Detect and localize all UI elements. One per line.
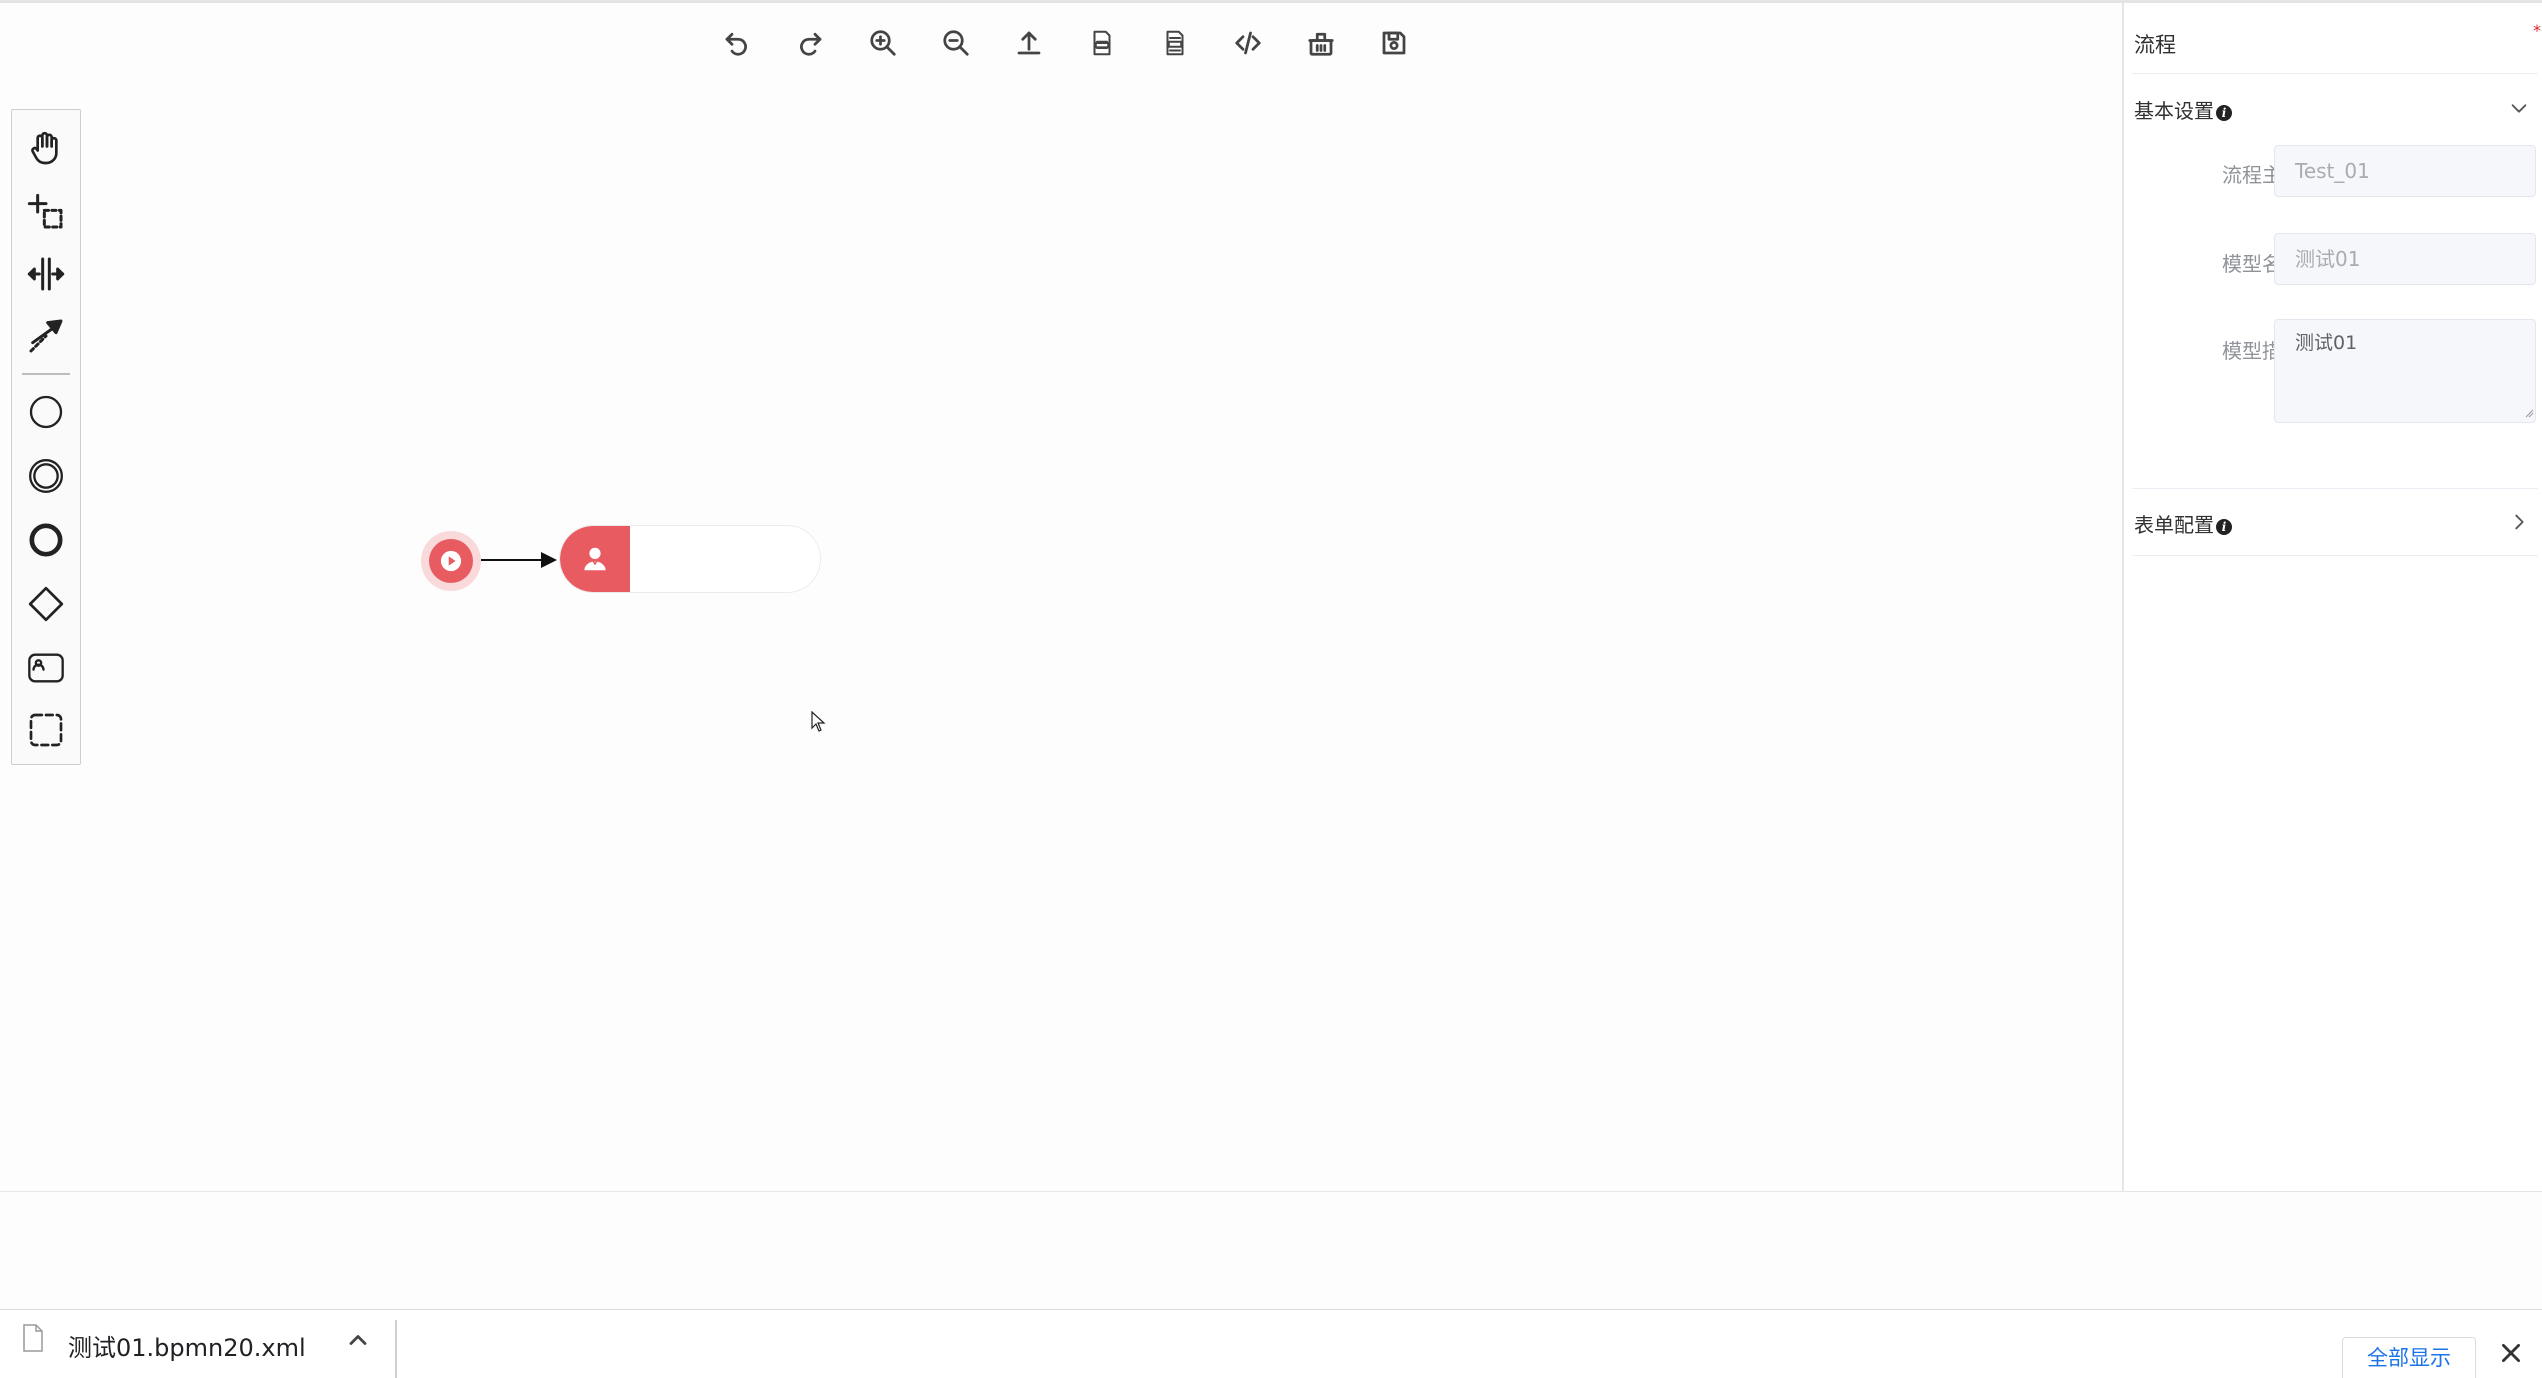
space-tool-icon bbox=[27, 257, 65, 291]
model-name-input[interactable]: 测试01 bbox=[2274, 233, 2536, 285]
redo-icon bbox=[799, 32, 821, 56]
panel-title: 流程 bbox=[2134, 33, 2176, 57]
panel-divider-line bbox=[2132, 73, 2538, 74]
download-item[interactable]: 测试01.bpmn20.xml bbox=[14, 1310, 394, 1378]
file-icon bbox=[23, 1324, 43, 1352]
form-config-title-wrap: 表单配置 i bbox=[2134, 509, 2232, 538]
zoom-in-icon bbox=[869, 30, 896, 56]
close-icon bbox=[2502, 1344, 2520, 1362]
form-config-title: 表单配置 bbox=[2134, 513, 2214, 537]
properties-panel: 流程 * 基本设置 i 流程主键 Test_01 模型名称 测试01 模型描述 测… bbox=[2124, 3, 2542, 1191]
download-xml-icon bbox=[1093, 30, 1110, 56]
bottom-empty-area bbox=[0, 1191, 2542, 1310]
create-end-event[interactable] bbox=[12, 510, 80, 570]
zoom-out-icon bbox=[942, 30, 969, 56]
lasso-tool[interactable] bbox=[12, 182, 80, 242]
start-event[interactable] bbox=[429, 539, 473, 583]
show-all-button[interactable]: 全部显示 bbox=[2342, 1337, 2476, 1378]
save-icon bbox=[1382, 31, 1405, 55]
mouse-cursor-icon bbox=[811, 711, 826, 732]
create-start-event[interactable] bbox=[12, 382, 80, 442]
chevron-up-icon[interactable] bbox=[344, 1326, 372, 1354]
undo-button[interactable] bbox=[700, 21, 773, 65]
editor-toolbar bbox=[700, 21, 1430, 65]
global-connect-tool[interactable] bbox=[12, 306, 80, 366]
end-event-icon bbox=[29, 523, 63, 557]
element-palette bbox=[11, 109, 81, 765]
user-task-icon bbox=[28, 653, 64, 683]
user-task[interactable] bbox=[559, 525, 821, 593]
play-icon bbox=[440, 550, 462, 572]
resize-grip-icon[interactable] bbox=[2524, 408, 2534, 418]
clear-basket-icon bbox=[1307, 32, 1334, 56]
sequence-flow[interactable] bbox=[481, 559, 541, 561]
hand-tool-icon bbox=[31, 131, 58, 165]
model-description-textarea[interactable]: 测试01 bbox=[2274, 319, 2536, 423]
sequence-flow-arrowhead bbox=[541, 552, 557, 568]
start-event-icon bbox=[29, 395, 63, 429]
create-intermediate-event[interactable] bbox=[12, 446, 80, 506]
download-svg-button[interactable] bbox=[1138, 21, 1211, 65]
gateway-icon bbox=[28, 586, 64, 622]
view-code-button[interactable] bbox=[1211, 21, 1284, 65]
download-xml-button[interactable] bbox=[1065, 21, 1138, 65]
group-icon bbox=[29, 713, 63, 747]
code-icon bbox=[1234, 31, 1261, 55]
basic-settings-title-wrap: 基本设置 i bbox=[2134, 95, 2232, 124]
redo-button[interactable] bbox=[773, 21, 846, 65]
user-task-icon-block bbox=[560, 526, 630, 592]
palette-separator bbox=[22, 373, 70, 375]
download-svg-icon bbox=[1166, 30, 1183, 56]
required-mark: * bbox=[2533, 21, 2541, 40]
create-gateway[interactable] bbox=[12, 574, 80, 634]
info-icon: i bbox=[2216, 519, 2232, 535]
upload-button[interactable] bbox=[992, 21, 1065, 65]
form-config-header[interactable]: 表单配置 i bbox=[2132, 501, 2538, 541]
global-connect-icon bbox=[29, 319, 63, 353]
upload-icon bbox=[1017, 31, 1040, 55]
section-divider bbox=[2132, 488, 2538, 489]
download-file-name: 测试01.bpmn20.xml bbox=[68, 1334, 306, 1362]
chevron-right-icon bbox=[2508, 511, 2530, 533]
lasso-tool-icon bbox=[27, 193, 63, 229]
basic-settings-title: 基本设置 bbox=[2134, 99, 2214, 123]
create-group[interactable] bbox=[12, 700, 80, 760]
space-tool[interactable] bbox=[12, 244, 80, 304]
section-divider bbox=[2132, 555, 2538, 556]
create-user-task[interactable] bbox=[12, 638, 80, 698]
info-icon: i bbox=[2216, 105, 2232, 121]
bpmn-canvas[interactable] bbox=[0, 3, 2122, 1191]
clear-button[interactable] bbox=[1284, 21, 1357, 65]
downloads-bar: 测试01.bpmn20.xml 全部显示 bbox=[0, 1309, 2542, 1378]
zoom-in-button[interactable] bbox=[846, 21, 919, 65]
process-key-input[interactable]: Test_01 bbox=[2274, 145, 2536, 197]
hand-tool[interactable] bbox=[12, 118, 80, 178]
basic-settings-header[interactable]: 基本设置 i bbox=[2132, 87, 2538, 127]
user-icon bbox=[584, 547, 606, 571]
save-button[interactable] bbox=[1357, 21, 1430, 65]
chevron-down-icon bbox=[2508, 97, 2530, 119]
intermediate-event-icon bbox=[29, 459, 63, 493]
download-divider bbox=[395, 1320, 397, 1378]
zoom-out-button[interactable] bbox=[919, 21, 992, 65]
undo-icon bbox=[725, 32, 747, 56]
close-downloads-button[interactable] bbox=[2498, 1340, 2524, 1366]
